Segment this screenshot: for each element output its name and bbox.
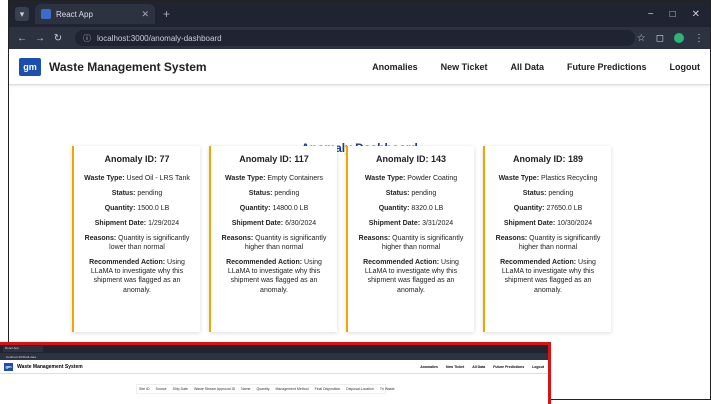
col-header: Management Method: [275, 387, 309, 391]
waste-type: Waste Type: Plastics Recycling: [498, 174, 598, 182]
overlay-nav-all-data: All Data: [472, 364, 486, 369]
col-header: Tri Waste: [379, 387, 395, 391]
overlay-table-header: Site ID Source Ship Date Waste Stream Ap…: [136, 384, 395, 394]
overlay-nav-future-predictions: Future Predictions: [493, 364, 525, 369]
url-field[interactable]: ⓘ localhost:3000/anomaly-dashboard: [75, 30, 635, 46]
overlay-address-bar: localhost:3000/all-data: [0, 353, 548, 360]
tab-strip: ▾ React App ✕ + − □ ✕: [9, 1, 710, 27]
nav-all-data[interactable]: All Data: [510, 62, 544, 72]
anomaly-id: Anomaly ID: 117: [239, 154, 309, 164]
overlay-nav-new-ticket: New Ticket: [445, 364, 465, 369]
shipment-date: Shipment Date: 1/29/2024: [94, 219, 180, 227]
new-tab-icon[interactable]: +: [163, 7, 170, 21]
tab-search-icon[interactable]: ▾: [15, 7, 29, 21]
waste-type: Waste Type: Used Oil - LRS Tank: [84, 174, 190, 182]
app-title: Waste Management System: [49, 59, 207, 74]
recommended-action: Recommended Action: Using LLaMA to inves…: [363, 259, 459, 294]
quantity: Quantity: 14800.0 LB: [239, 204, 309, 212]
favicon-icon: [41, 9, 51, 19]
overlay-tab-strip: React App: [0, 345, 548, 353]
nav-anomalies[interactable]: Anomalies: [372, 62, 418, 72]
reasons: Reasons: Quantity is significantly highe…: [495, 235, 601, 252]
overlay-nav: Anomalies New Ticket All Data Future Pre…: [420, 365, 544, 369]
tab-title: React App: [56, 9, 93, 19]
overlay-nav-logout: Logout: [532, 364, 544, 369]
reasons: Reasons: Quantity is significantly highe…: [221, 235, 327, 252]
anomaly-id: Anomaly ID: 189: [512, 154, 584, 164]
quantity: Quantity: 1500.0 LB: [104, 204, 170, 212]
back-icon[interactable]: ←: [15, 33, 29, 44]
extensions-icon[interactable]: ◻: [656, 33, 664, 44]
browser-tab[interactable]: React App ✕: [35, 4, 155, 24]
shipment-date: Shipment Date: 3/31/2024: [368, 219, 454, 227]
col-header: Disposal Location: [346, 387, 374, 391]
col-header: Ship Date: [172, 387, 188, 391]
nav-logout[interactable]: Logout: [670, 62, 701, 72]
profile-avatar[interactable]: [674, 33, 684, 43]
status: Status: pending: [248, 189, 300, 197]
overlay-gm-logo: gm: [4, 362, 13, 371]
status: Status: pending: [522, 189, 574, 197]
url-text: localhost:3000/anomaly-dashboard: [97, 33, 222, 43]
status: Status: pending: [111, 189, 163, 197]
anomaly-card: Anomaly ID: 143 Waste Type: Powder Coati…: [346, 146, 474, 332]
site-info-icon[interactable]: ⓘ: [83, 33, 91, 44]
overlay-url: localhost:3000/all-data: [6, 354, 37, 359]
col-header: Site ID: [139, 387, 150, 391]
app-header: gm Waste Management System Anomalies New…: [9, 49, 710, 85]
bookmark-star-icon[interactable]: ☆: [637, 33, 646, 44]
anomaly-card: Anomaly ID: 117 Waste Type: Empty Contai…: [209, 146, 337, 332]
shipment-date: Shipment Date: 10/30/2024: [503, 219, 593, 227]
toolbar-right: ☆ ◻ ⋮: [637, 33, 704, 44]
anomaly-id: Anomaly ID: 143: [375, 154, 447, 164]
status: Status: pending: [385, 189, 437, 197]
main-nav: Anomalies New Ticket All Data Future Pre…: [372, 62, 700, 72]
reasons: Reasons: Quantity is significantly lower…: [84, 235, 190, 252]
quantity: Quantity: 8320.0 LB: [378, 204, 444, 212]
recommended-action: Recommended Action: Using LLaMA to inves…: [89, 259, 185, 294]
recommended-action: Recommended Action: Using LLaMA to inves…: [226, 259, 322, 294]
anomaly-cards: Anomaly ID: 77 Waste Type: Used Oil - LR…: [72, 146, 611, 332]
recommended-action: Recommended Action: Using LLaMA to inves…: [500, 259, 596, 294]
window-controls: − □ ✕: [648, 9, 710, 20]
anomaly-card: Anomaly ID: 77 Waste Type: Used Oil - LR…: [72, 146, 200, 332]
waste-type: Waste Type: Powder Coating: [364, 174, 458, 182]
overlay-screenshot: React App localhost:3000/all-data gm Was…: [0, 342, 551, 404]
col-header: Waste Stream Approval ID: [193, 387, 236, 391]
overlay-tab-title: React App: [3, 346, 43, 352]
reload-icon[interactable]: ↻: [51, 33, 65, 44]
col-header: Final Disposition: [314, 387, 341, 391]
menu-kebab-icon[interactable]: ⋮: [694, 33, 704, 44]
address-bar: ← → ↻ ⓘ localhost:3000/anomaly-dashboard…: [9, 27, 710, 49]
nav-future-predictions[interactable]: Future Predictions: [567, 62, 647, 72]
maximize-icon[interactable]: □: [670, 9, 676, 20]
nav-new-ticket[interactable]: New Ticket: [441, 62, 488, 72]
minimize-icon[interactable]: −: [648, 9, 654, 20]
forward-icon[interactable]: →: [33, 33, 47, 44]
anomaly-card: Anomaly ID: 189 Waste Type: Plastics Rec…: [483, 146, 611, 332]
close-tab-icon[interactable]: ✕: [141, 9, 149, 20]
reasons: Reasons: Quantity is significantly highe…: [358, 235, 464, 252]
waste-type: Waste Type: Empty Containers: [224, 174, 324, 182]
col-header: Name: [241, 387, 251, 391]
overlay-nav-anomalies: Anomalies: [420, 364, 438, 369]
close-window-icon[interactable]: ✕: [692, 9, 700, 20]
quantity: Quantity: 27650.0 LB: [513, 204, 583, 212]
gm-logo[interactable]: gm: [19, 57, 41, 76]
col-header: Quantity: [256, 387, 270, 391]
anomaly-id: Anomaly ID: 77: [104, 154, 170, 164]
overlay-app-header: gm Waste Management System Anomalies New…: [0, 360, 548, 374]
screenshot: ▾ React App ✕ + − □ ✕ ← → ↻ ⓘ localhost:…: [0, 0, 711, 404]
overlay-app-title: Waste Management System: [17, 363, 83, 370]
col-header: Source: [155, 387, 167, 391]
shipment-date: Shipment Date: 6/30/2024: [231, 219, 317, 227]
